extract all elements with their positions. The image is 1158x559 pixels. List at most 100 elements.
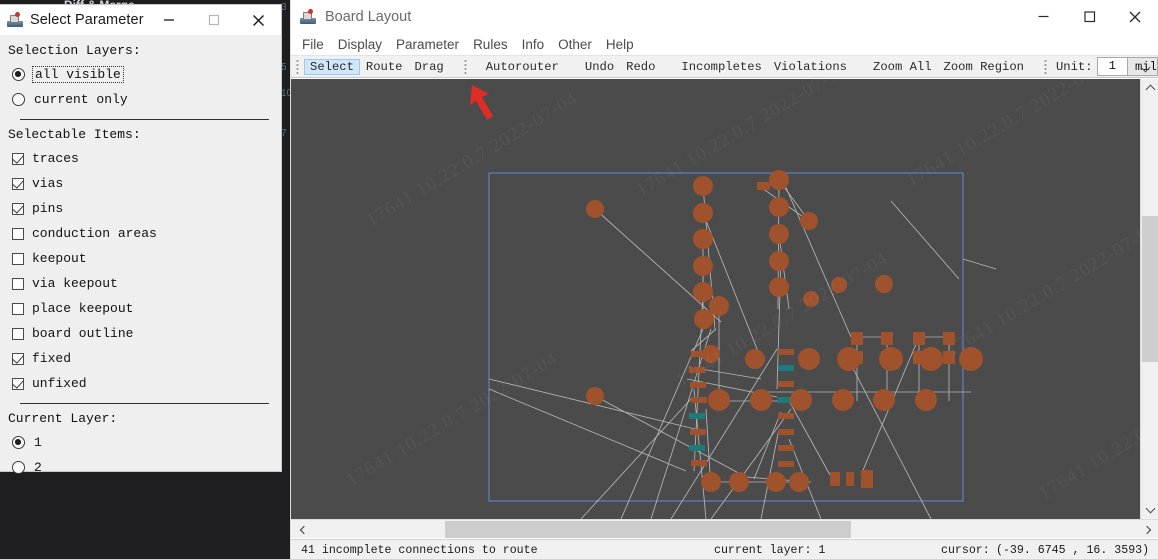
menu-rules[interactable]: Rules	[466, 36, 515, 53]
checkbox-indicator-traces	[12, 153, 24, 165]
selectable-items-list: traces vias pins conduction areas keepou…	[0, 146, 281, 396]
canvas-vertical-scrollbar[interactable]	[1140, 79, 1158, 519]
screen-root: Diff & Merge 3 5 10 7 Select Parameter	[0, 0, 1158, 559]
checkbox-pins[interactable]: pins	[12, 196, 281, 221]
radio-label-all-visible: all visible	[34, 68, 122, 81]
tool-route[interactable]: Route	[360, 59, 409, 75]
radio-indicator-all-visible	[12, 68, 25, 81]
status-current-layer: current layer: 1	[714, 544, 825, 557]
checkbox-label-traces: traces	[32, 152, 79, 165]
radio-indicator-layer-2	[12, 461, 25, 474]
status-current-layer-label: current layer:	[714, 544, 811, 557]
tool-zoom-all[interactable]: Zoom All	[867, 59, 938, 75]
radio-label-current-only: current only	[34, 93, 128, 106]
select-parameter-dialog: Select Parameter Selection Layers: all v…	[0, 4, 282, 472]
checkbox-indicator-board-outline	[12, 328, 24, 340]
checkbox-label-keepout: keepout	[32, 252, 87, 265]
unit-value-input[interactable]: 1	[1097, 57, 1129, 76]
dialog-body: Selection Layers: all visible current on…	[0, 35, 281, 471]
close-button[interactable]	[1112, 0, 1158, 33]
checkbox-label-place-keepout: place keepout	[32, 302, 133, 315]
checkbox-conduction-areas[interactable]: conduction areas	[12, 221, 281, 246]
status-current-layer-value: 1	[818, 544, 825, 557]
checkbox-vias[interactable]: vias	[12, 171, 281, 196]
radio-all-visible[interactable]: all visible	[12, 62, 281, 87]
dialog-title: Select Parameter	[30, 12, 144, 28]
menubar: File Display Parameter Rules Info Other …	[291, 33, 1158, 55]
scroll-down-button[interactable]	[1141, 501, 1158, 519]
checkbox-label-fixed: fixed	[32, 352, 71, 365]
checkbox-board-outline[interactable]: board outline	[12, 321, 281, 346]
status-cursor-value: (-39. 6745 , 16. 3593)	[996, 544, 1149, 557]
pcb-drawing	[291, 79, 1141, 519]
maximize-button[interactable]	[1066, 0, 1112, 33]
radio-layer-2[interactable]: 2	[12, 455, 281, 480]
unit-label: Unit:	[1052, 60, 1097, 74]
status-bar: 41 incomplete connections to route curre…	[291, 539, 1158, 559]
radio-current-only[interactable]: current only	[12, 87, 281, 112]
close-button[interactable]	[236, 5, 281, 35]
board-window-title: Board Layout	[325, 9, 411, 25]
current-layer-label: Current Layer:	[8, 411, 281, 426]
checkbox-keepout[interactable]: keepout	[12, 246, 281, 271]
divider-items	[20, 403, 269, 404]
checkbox-label-via-keepout: via keepout	[32, 277, 118, 290]
radio-indicator-layer-1	[12, 436, 25, 449]
checkbox-place-keepout[interactable]: place keepout	[12, 296, 281, 321]
menu-other[interactable]: Other	[551, 36, 599, 53]
menu-display[interactable]: Display	[331, 36, 389, 53]
menu-help[interactable]: Help	[599, 36, 641, 53]
scroll-right-button[interactable]	[1139, 520, 1157, 539]
tool-zoom-region[interactable]: Zoom Region	[938, 59, 1030, 75]
tool-select[interactable]: Select	[304, 59, 360, 75]
red-arrow-annotation	[467, 80, 511, 129]
minimize-button[interactable]	[146, 5, 191, 35]
checkbox-fixed[interactable]: fixed	[12, 346, 281, 371]
toolbar: Select Route Drag Autorouter Undo Redo I…	[291, 55, 1158, 78]
selectable-items-label: Selectable Items:	[8, 127, 281, 142]
status-incomplete-connections: 41 incomplete connections to route	[301, 544, 538, 557]
board-window-buttons	[1020, 0, 1158, 33]
checkbox-indicator-unfixed	[12, 378, 24, 390]
selection-layers-label: Selection Layers:	[8, 43, 281, 58]
toolbar-grip-2[interactable]	[464, 59, 467, 74]
divider-selection	[20, 119, 269, 120]
board-icon	[300, 9, 316, 25]
checkbox-traces[interactable]: traces	[12, 146, 281, 171]
toolbar-grip-3[interactable]	[1044, 59, 1047, 74]
scroll-up-button[interactable]	[1141, 79, 1158, 97]
horizontal-scroll-thumb[interactable]	[445, 521, 851, 538]
checkbox-unfixed[interactable]: unfixed	[12, 371, 281, 396]
tool-undo[interactable]: Undo	[579, 59, 620, 75]
board-icon	[7, 12, 23, 28]
tool-autorouter[interactable]: Autorouter	[480, 59, 565, 75]
checkbox-label-unfixed: unfixed	[32, 377, 87, 390]
dialog-window-buttons	[146, 5, 281, 35]
radio-layer-1[interactable]: 1	[12, 430, 281, 455]
checkbox-label-board-outline: board outline	[32, 327, 133, 340]
checkbox-indicator-fixed	[12, 353, 24, 365]
scroll-left-button[interactable]	[293, 520, 311, 539]
checkbox-indicator-via-keepout	[12, 278, 24, 290]
tool-incompletes[interactable]: Incompletes	[675, 59, 767, 75]
minimize-button[interactable]	[1020, 0, 1066, 33]
menu-info[interactable]: Info	[515, 36, 552, 53]
menu-file[interactable]: File	[295, 36, 331, 53]
checkbox-via-keepout[interactable]: via keepout	[12, 271, 281, 296]
tool-redo[interactable]: Redo	[620, 59, 661, 75]
board-window-titlebar[interactable]: Board Layout	[291, 0, 1158, 33]
unit-select[interactable]: mil	[1128, 57, 1158, 76]
checkbox-label-pins: pins	[32, 202, 63, 215]
status-cursor-label: cursor:	[941, 544, 990, 557]
canvas-horizontal-scrollbar[interactable]	[291, 519, 1158, 538]
pcb-canvas[interactable]: 17641 10.22.0.7 2022-07-04 17641 10.22.0…	[291, 79, 1158, 519]
tool-violations[interactable]: Violations	[768, 59, 853, 75]
maximize-button[interactable]	[191, 5, 236, 35]
toolbar-grip-1[interactable]	[296, 59, 299, 74]
tool-drag[interactable]: Drag	[408, 59, 449, 75]
dialog-titlebar[interactable]: Select Parameter	[0, 5, 281, 35]
checkbox-indicator-place-keepout	[12, 303, 24, 315]
menu-parameter[interactable]: Parameter	[389, 36, 466, 53]
checkbox-label-conduction-areas: conduction areas	[32, 227, 157, 240]
vertical-scroll-thumb[interactable]	[1142, 216, 1158, 362]
